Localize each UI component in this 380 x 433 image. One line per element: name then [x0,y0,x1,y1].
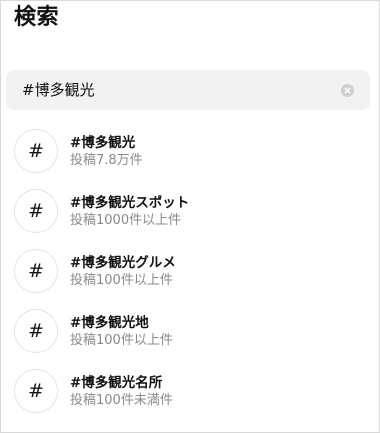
list-item[interactable]: # #博多観光名所 投稿100件未満件 [1,361,380,421]
page-title: 検索 [14,5,60,30]
hash-icon: # [14,249,58,293]
search-input[interactable]: #博多観光 [6,70,370,110]
hashtag-name: #博多観光名所 [70,375,163,391]
post-count: 投稿100件未満件 [70,393,173,408]
hashtag-name: #博多観光 [70,135,136,151]
search-input-value[interactable]: #博多観光 [22,70,95,110]
app-frame: 検索 #博多観光 # #博多観光 投稿7.8万件 # #博多観光スポット 投稿1… [0,0,380,433]
hash-icon: # [14,309,58,353]
hashtag-name: #博多観光グルメ [70,255,176,271]
list-item[interactable]: # #博多観光地 投稿100件以上件 [1,301,380,361]
list-item[interactable]: # #博多観光グルメ 投稿100件以上件 [1,241,380,301]
list-item[interactable]: # #博多観光 投稿7.8万件 [1,121,380,181]
post-count: 投稿7.8万件 [70,153,143,168]
hashtag-results-list: # #博多観光 投稿7.8万件 # #博多観光スポット 投稿1000件以上件 #… [1,121,380,421]
post-count: 投稿1000件以上件 [70,213,182,228]
hashtag-name: #博多観光スポット [70,195,190,211]
hash-icon: # [14,369,58,413]
post-count: 投稿100件以上件 [70,273,173,288]
list-item[interactable]: # #博多観光スポット 投稿1000件以上件 [1,181,380,241]
hash-icon: # [14,189,58,233]
hashtag-name: #博多観光地 [70,315,149,331]
post-count: 投稿100件以上件 [70,333,173,348]
clear-icon[interactable] [341,84,354,97]
hash-icon: # [14,129,58,173]
